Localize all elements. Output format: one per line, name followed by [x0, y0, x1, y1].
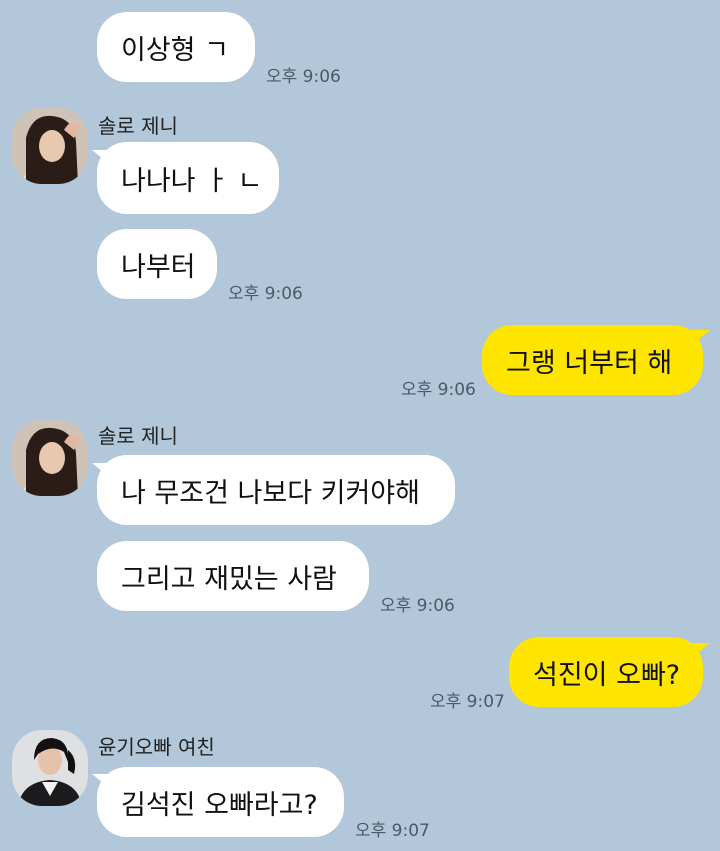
message-text: 석진이 오빠? [533, 659, 681, 691]
message-time: 오후 9:06 [401, 380, 476, 400]
sender-name: 솔로 제니 [98, 114, 178, 138]
message-text: 나 무조건 나보다 키커야해 [121, 477, 420, 509]
message-text: 그리고 재밌는 사람 [121, 563, 337, 595]
message-time: 오후 9:06 [266, 67, 341, 87]
message-text: 이상형 ㄱ [121, 34, 229, 66]
message-bubble[interactable]: 그랭 너부터 해 [482, 325, 703, 395]
message-bubble[interactable]: 나부터 [97, 229, 217, 299]
message-text: 나나나 ㅏ ㄴ [121, 165, 263, 197]
message-bubble[interactable]: 김석진 오빠라고? [97, 767, 344, 837]
sender-name: 윤기오빠 여친 [98, 735, 215, 759]
message-bubble[interactable]: 그리고 재밌는 사람 [97, 541, 369, 611]
message-time: 오후 9:06 [228, 284, 303, 304]
jennie-avatar-icon [12, 108, 88, 184]
message-bubble[interactable]: 나나나 ㅏ ㄴ [97, 142, 279, 214]
message-text: 나부터 [121, 251, 196, 283]
message-time: 오후 9:07 [430, 692, 505, 712]
message-bubble[interactable]: 나 무조건 나보다 키커야해 [97, 455, 455, 525]
message-time: 오후 9:06 [380, 596, 455, 616]
message-bubble[interactable]: 석진이 오빠? [509, 637, 703, 707]
message-bubble[interactable]: 이상형 ㄱ [97, 12, 255, 82]
sender-avatar[interactable] [12, 420, 88, 496]
message-time: 오후 9:07 [355, 821, 430, 841]
message-text: 그랭 너부터 해 [506, 347, 673, 379]
sender-avatar[interactable] [12, 108, 88, 184]
sender-avatar[interactable] [12, 730, 88, 806]
message-text: 김석진 오빠라고? [121, 789, 318, 821]
sender-name: 솔로 제니 [98, 424, 178, 448]
jennie-avatar-icon [12, 420, 88, 496]
girl-avatar-icon [12, 730, 88, 806]
